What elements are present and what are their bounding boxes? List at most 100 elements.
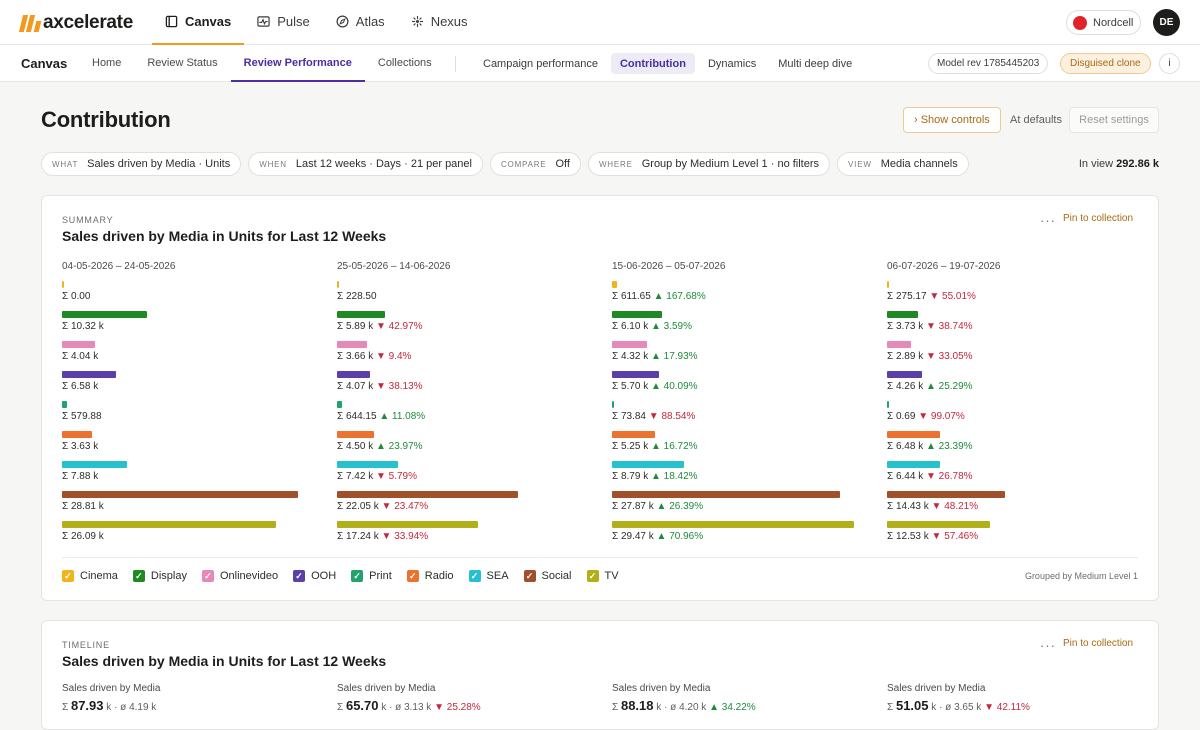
panel-date-range: 06-07-2026 – 19-07-2026 [887, 261, 1001, 272]
page-tab-multi-deep-dive[interactable]: Multi deep dive [769, 53, 861, 74]
show-controls-button[interactable]: › Show controls [903, 107, 1001, 133]
channel-bar-onlinevideo[interactable] [612, 341, 648, 348]
change-indicator: ▼ 23.47% [381, 501, 429, 512]
channel-total: Σ 4.50 k [337, 441, 374, 452]
filter-compare[interactable]: COMPARE Off [489, 152, 581, 176]
page-tab-dynamics[interactable]: Dynamics [699, 53, 765, 74]
channel-bar-sea[interactable] [62, 461, 127, 468]
channel-bar-tv[interactable] [887, 521, 990, 528]
channel-total: Σ 275.17 [887, 291, 927, 302]
reset-settings-button[interactable]: Reset settings [1069, 107, 1159, 133]
summary-panel: 15-06-2026 – 05-07-2026 Σ 611.65 ▲ 167.68… [612, 261, 862, 551]
channel-bar-display[interactable] [337, 311, 386, 318]
client-switcher[interactable]: Nordcell [1066, 10, 1141, 35]
more-options-icon[interactable]: ··· [1040, 638, 1056, 653]
change-indicator: ▼ 9.4% [375, 351, 412, 362]
in-view-total: In view 292.86 k [1040, 158, 1159, 170]
channel-bar-cinema[interactable] [887, 281, 890, 288]
channel-bar-cinema[interactable] [337, 281, 339, 288]
channel-bar-display[interactable] [887, 311, 918, 318]
legend-item-cinema[interactable]: ✓ Cinema [62, 570, 118, 582]
user-avatar[interactable]: DE [1153, 9, 1180, 36]
channel-bar-onlinevideo[interactable] [337, 341, 367, 348]
filter-what[interactable]: WHAT Sales driven by Media · Units [41, 152, 242, 176]
legend-item-social[interactable]: ✓ Social [523, 570, 572, 582]
page-tab-contribution[interactable]: Contribution [610, 53, 695, 74]
legend-item-ooh[interactable]: ✓ OOH [293, 570, 336, 582]
channel-bar-ooh[interactable] [887, 371, 922, 378]
channel-bar-display[interactable] [612, 311, 662, 318]
channel-total: Σ 22.05 k [337, 501, 379, 512]
legend-item-sea[interactable]: ✓ SEA [468, 570, 509, 582]
legend-item-display[interactable]: ✓ Display [132, 570, 187, 582]
timeline-panel: Sales driven by Media Σ 87.93 k · ø 4.19 … [62, 683, 312, 713]
tab-collections[interactable]: Collections [365, 45, 445, 82]
nav-nexus[interactable]: Nexus [398, 0, 481, 45]
more-options-icon[interactable]: ··· [1040, 213, 1056, 228]
channel-bar-social[interactable] [62, 491, 299, 498]
sigma-symbol: Σ [62, 702, 69, 713]
channel-bar-sea[interactable] [612, 461, 685, 468]
filter-where[interactable]: WHERE Group by Medium Level 1 · no filter… [587, 152, 831, 176]
channel-bar-sea[interactable] [337, 461, 398, 468]
nav-pulse[interactable]: Pulse [244, 0, 323, 45]
channel-total: Σ 4.07 k [337, 381, 374, 392]
channel-value: Σ 6.58 k [62, 381, 98, 392]
change-indicator: ▼ 25.28% [434, 702, 481, 713]
channel-value: Σ 4.32 k ▲ 17.93% [612, 351, 698, 362]
page-tab-campaign-performance[interactable]: Campaign performance [474, 53, 607, 74]
channel-bar-ooh[interactable] [612, 371, 659, 378]
channel-bar-social[interactable] [887, 491, 1006, 498]
channel-value: Σ 12.53 k ▼ 57.46% [887, 531, 978, 542]
channel-bar-print[interactable] [612, 401, 614, 408]
channel-total: Σ 27.87 k [612, 501, 654, 512]
filter-when[interactable]: WHEN Last 12 weeks · Days · 21 per panel [248, 152, 483, 176]
channel-bar-onlinevideo[interactable] [62, 341, 96, 348]
nav-canvas[interactable]: Canvas [152, 0, 245, 45]
channel-bar-radio[interactable] [337, 431, 374, 438]
channel-row-social: Σ 27.87 k ▲ 26.39% [612, 491, 862, 521]
nav-atlas[interactable]: Atlas [323, 0, 398, 45]
legend-item-radio[interactable]: ✓ Radio [406, 570, 454, 582]
channel-bar-cinema[interactable] [612, 281, 617, 288]
channel-bar-print[interactable] [62, 401, 67, 408]
legend-item-onlinevideo[interactable]: ✓ Onlinevideo [201, 570, 278, 582]
legend-item-tv[interactable]: ✓ TV [586, 570, 619, 582]
channel-bar-display[interactable] [62, 311, 147, 318]
channel-total: Σ 2.89 k [887, 351, 924, 362]
channel-bar-cinema[interactable] [62, 281, 64, 288]
channel-bar-ooh[interactable] [62, 371, 116, 378]
legend-item-print[interactable]: ✓ Print [351, 570, 392, 582]
channel-bar-onlinevideo[interactable] [887, 341, 911, 348]
channel-bar-tv[interactable] [62, 521, 276, 528]
change-indicator: ▲ 17.93% [650, 351, 698, 362]
pin-to-collection-link[interactable]: Pin to collection [1063, 213, 1133, 224]
channel-bar-radio[interactable] [62, 431, 92, 438]
channel-bar-ooh[interactable] [337, 371, 371, 378]
nav-canvas-label: Canvas [185, 14, 232, 29]
grouping-note: Grouped by Medium Level 1 [1024, 571, 1138, 581]
filter-view[interactable]: VIEW Media channels [837, 152, 969, 176]
channel-bar-radio[interactable] [612, 431, 656, 438]
channel-bar-sea[interactable] [887, 461, 940, 468]
channel-bar-print[interactable] [337, 401, 343, 408]
info-button[interactable]: i [1159, 53, 1180, 74]
sigma-symbol: Σ [887, 702, 894, 713]
channel-bar-social[interactable] [612, 491, 841, 498]
sigma-symbol: Σ [337, 702, 344, 713]
timeline-total-value: 88.18 [620, 698, 654, 713]
tab-review-performance[interactable]: Review Performance [230, 45, 365, 82]
timeline-panel: Sales driven by Media Σ 51.05 k · ø 3.65 … [887, 683, 1137, 713]
channel-bar-print[interactable] [887, 401, 889, 408]
channel-bar-tv[interactable] [337, 521, 479, 528]
brand-logo[interactable]: axcelerate [18, 12, 133, 34]
tab-review-status[interactable]: Review Status [134, 45, 230, 82]
pin-to-collection-link[interactable]: Pin to collection [1063, 638, 1133, 649]
channel-row-display: Σ 5.89 k ▼ 42.97% [337, 311, 587, 341]
timeline-total: Σ 65.70 k · ø 3.13 k ▼ 25.28% [337, 698, 587, 713]
tab-home[interactable]: Home [79, 45, 134, 82]
channel-bar-radio[interactable] [887, 431, 941, 438]
channel-bar-tv[interactable] [612, 521, 854, 528]
filter-key: WHAT [52, 159, 79, 169]
channel-bar-social[interactable] [337, 491, 518, 498]
